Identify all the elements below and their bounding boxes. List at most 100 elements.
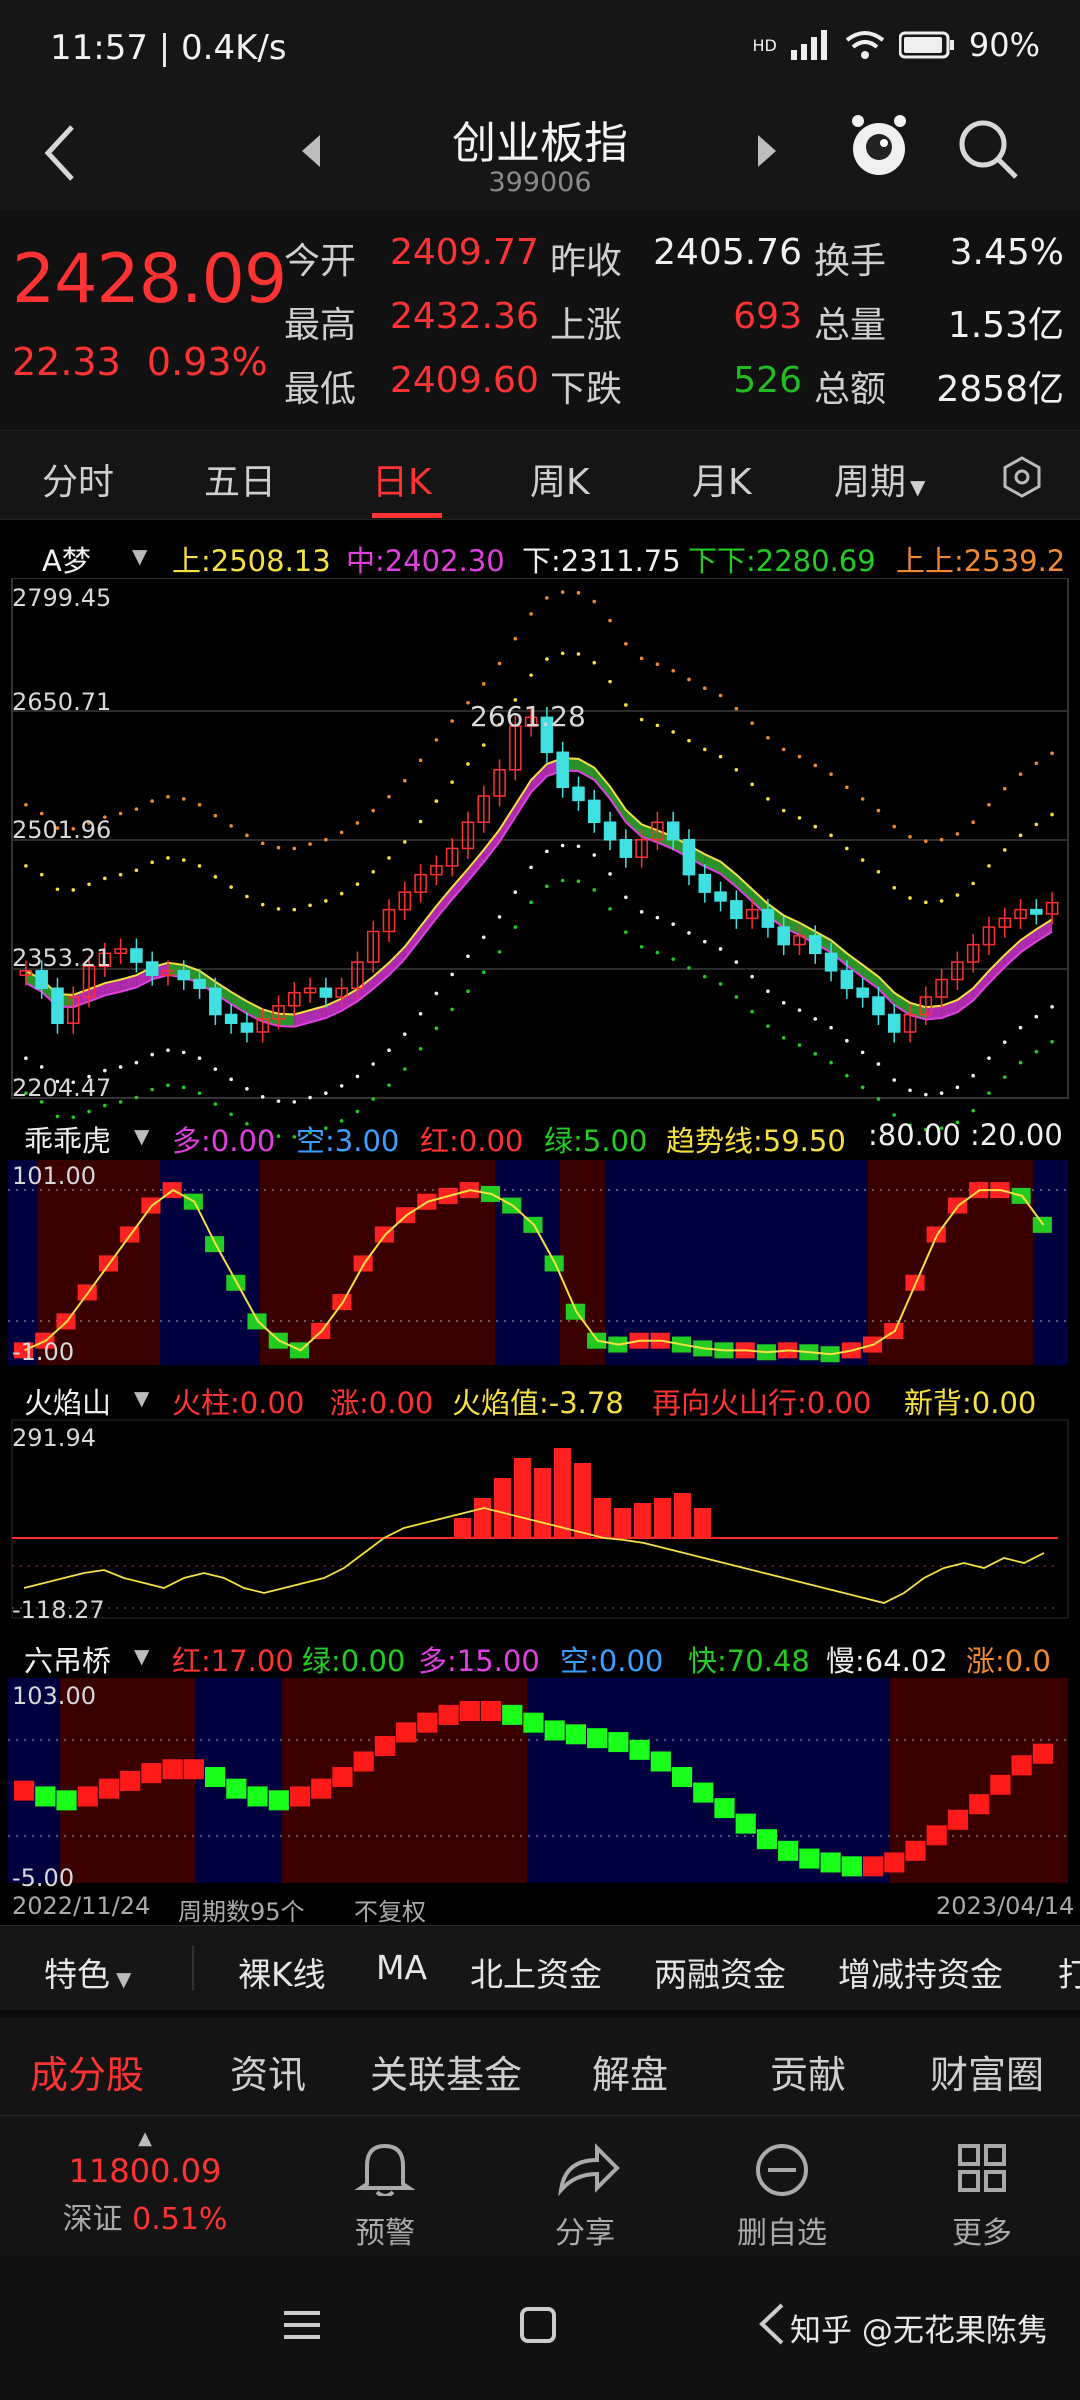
more-button[interactable]: 更多: [902, 2208, 1062, 2252]
lower-band-dot: [339, 1084, 344, 1088]
upper-band-dot: [671, 730, 675, 734]
quote-panel: 2428.09 22.33 0.93% 今开 2409.77 昨收 2405.7…: [0, 212, 1080, 427]
ind4-bar: [247, 1786, 268, 1807]
upper-band-dot: [1034, 822, 1039, 827]
related-index[interactable]: 深证 0.51%: [0, 2194, 290, 2238]
lower-band-dot: [1002, 1040, 1007, 1044]
tab-daily-k[interactable]: 日K: [372, 453, 432, 505]
y-label: 2353.21: [12, 944, 112, 972]
expand-up-icon[interactable]: ▲: [0, 2128, 290, 2149]
candle-body: [572, 786, 585, 802]
upper-upper-band-dot: [292, 846, 297, 851]
upper-band-dot: [860, 858, 865, 862]
ind4-legend: 六吊桥 ▼ 红:17.00 绿:0.00 多:15.00 空:0.00 快:70…: [0, 1630, 1080, 1680]
upper-upper-band-dot: [229, 824, 233, 828]
next-index-icon[interactable]: [756, 133, 778, 169]
flame-bar: [674, 1493, 691, 1538]
tab-constituents[interactable]: 成分股: [30, 2044, 144, 2099]
indicator-dropdown-icon[interactable]: ▼: [134, 1644, 149, 1668]
upper-band-dot: [987, 864, 991, 868]
upper-upper-band-dot: [355, 821, 360, 825]
home-icon[interactable]: [518, 2305, 558, 2345]
upper-upper-band-dot: [734, 706, 739, 711]
last-price: 2428.09: [12, 240, 287, 319]
mascot-icon[interactable]: [846, 109, 912, 181]
ind2-item: :80.00: [868, 1118, 961, 1152]
feature-holding-change[interactable]: 增减持资金: [838, 1948, 1003, 1996]
back-nav-icon[interactable]: [756, 2301, 786, 2347]
chart-area[interactable]: A梦 ▼ 上:2508.13 中:2402.30 下:2311.75 下下:22…: [0, 520, 1080, 1927]
ind4-bar: [311, 1778, 332, 1799]
flame-bar: [594, 1498, 611, 1538]
upper-band-dot: [260, 902, 265, 907]
open-value: 2409.77: [390, 232, 539, 273]
ind3-legend: 火焰山 ▼ 火柱:0.00 涨:0.00 火焰值:-3.78 再向火山行:0.0…: [0, 1372, 1080, 1422]
indicator-dropdown-icon[interactable]: ▼: [134, 1386, 149, 1410]
grid-more-icon[interactable]: [902, 2140, 1062, 2196]
candle-body: [824, 952, 838, 972]
adjust-mode[interactable]: 不复权: [354, 1892, 426, 1927]
tab-weekly-k[interactable]: 周K: [530, 453, 590, 505]
lower-lower-band-dot: [813, 1052, 818, 1056]
upper-band-dot: [55, 887, 60, 892]
tab-related-funds[interactable]: 关联基金: [370, 2044, 522, 2099]
upper-band-dot: [529, 673, 533, 677]
feature-more[interactable]: 打: [1058, 1948, 1080, 1996]
ind4-bar: [905, 1840, 926, 1861]
upper-upper-band-dot: [39, 811, 44, 816]
lower-lower-band-dot: [718, 982, 723, 986]
feature-ma[interactable]: MA: [376, 1948, 427, 1987]
tab-contribution[interactable]: 贡献: [770, 2044, 846, 2099]
upper-band-dot: [813, 824, 818, 829]
kline-chart-svg[interactable]: [0, 578, 1080, 1923]
feature-naked-k[interactable]: 裸K线: [238, 1948, 326, 1996]
candle-body: [777, 926, 790, 946]
lower-band-dot: [434, 991, 439, 996]
tab-analysis[interactable]: 解盘: [592, 2044, 668, 2099]
upper-band-dot: [545, 657, 549, 661]
feature-northbound[interactable]: 北上资金: [470, 1948, 602, 1996]
flame-bar: [694, 1508, 711, 1538]
low-label: 最低: [284, 369, 357, 410]
feature-special[interactable]: 特色 ▼: [44, 1948, 131, 1996]
tab-monthly-k[interactable]: 月K: [692, 453, 752, 505]
tab-five-day[interactable]: 五日: [204, 453, 276, 505]
turnover-label: 换手: [814, 241, 887, 282]
remove-watchlist-button[interactable]: 删自选: [702, 2208, 862, 2252]
lower-band-dot: [103, 1068, 107, 1073]
menu-icon[interactable]: [282, 2305, 322, 2345]
upper-upper-band-dot: [24, 802, 28, 807]
lower-band-dot: [387, 1048, 391, 1052]
share-icon[interactable]: [505, 2140, 665, 2196]
main-indicator-name[interactable]: A梦: [42, 538, 91, 580]
indicator-dropdown-icon[interactable]: ▼: [134, 1124, 149, 1148]
tab-wealth-circle[interactable]: 财富圈: [930, 2044, 1044, 2099]
change-amount: 22.33: [12, 340, 121, 384]
bell-icon[interactable]: [305, 2140, 465, 2196]
ind4-bar: [353, 1751, 374, 1772]
lower-band-dot: [892, 1078, 897, 1082]
tab-intraday[interactable]: 分时: [42, 453, 114, 505]
indicator-dropdown-icon[interactable]: ▼: [132, 544, 147, 568]
upper-band-dot: [197, 864, 202, 868]
settings-hexagon-icon[interactable]: [1000, 455, 1044, 499]
remove-watchlist-icon[interactable]: [702, 2140, 862, 2196]
alert-button[interactable]: 预警: [305, 2208, 465, 2252]
ind4-bar: [820, 1852, 841, 1873]
ind4-bar: [98, 1778, 120, 1799]
ind4-bar: [862, 1856, 884, 1877]
ind3-name[interactable]: 火焰山: [24, 1380, 111, 1422]
battery-icon: [898, 31, 954, 59]
feature-margin[interactable]: 两融资金: [654, 1948, 786, 1996]
upper-band-dot: [781, 808, 786, 813]
search-icon[interactable]: [956, 117, 1020, 181]
ind4-name[interactable]: 六吊桥: [24, 1638, 111, 1680]
related-index-value[interactable]: 11800.09: [0, 2152, 290, 2190]
ind2-name[interactable]: 乖乖虎: [24, 1118, 111, 1160]
main-indicator-legend: A梦 ▼ 上:2508.13 中:2402.30 下:2311.75 下下:22…: [0, 530, 1080, 580]
tab-period[interactable]: 周期 ▼: [834, 453, 925, 505]
share-button[interactable]: 分享: [505, 2208, 665, 2252]
lower-band-dot: [876, 1062, 881, 1066]
lower-band-dot: [624, 895, 628, 900]
tab-news[interactable]: 资讯: [230, 2044, 306, 2099]
